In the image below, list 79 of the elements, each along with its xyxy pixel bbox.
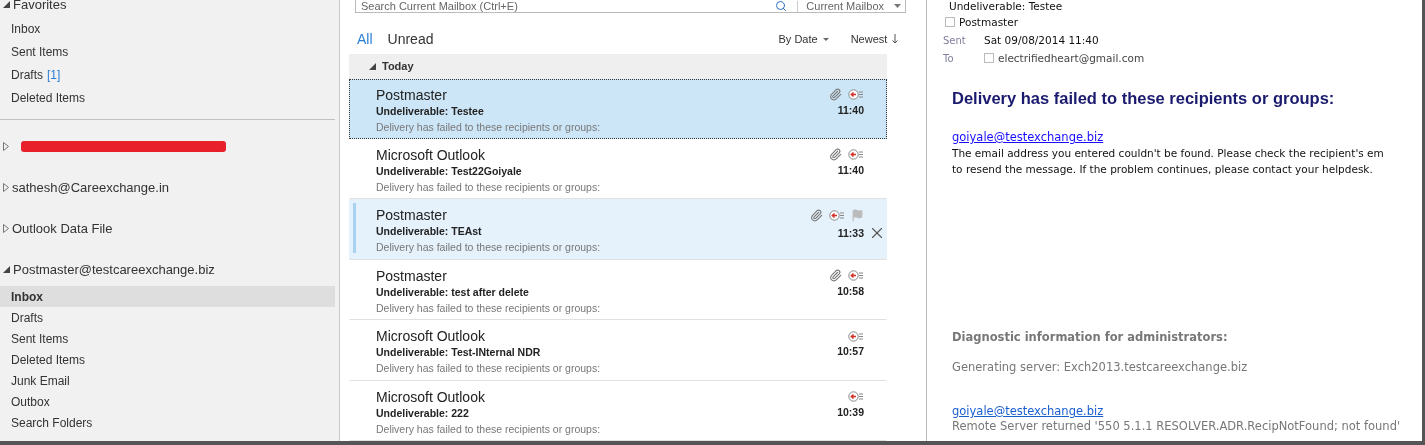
server-info: Generating server: Exch2013.testcareexchange.biz <box>952 360 1249 374</box>
bounce-arrow-icon <box>848 391 864 403</box>
server-response: Remote Server returned '550 5.1.1 RESOLVER.ADR.RecipNotFound; not found' <box>952 419 1402 433</box>
message-paragraph: The email address you entered couldn't be found. Please check the recipient's em to resend the message. If the problem continues, please contact your helpdesk. <box>952 146 1385 177</box>
account-name[interactable]: sathesh@Careexchange.in <box>12 180 169 195</box>
checkbox-icon <box>984 53 994 63</box>
checkbox-icon <box>945 17 955 27</box>
recipient-link[interactable]: goiyale@testexchange.biz <box>952 130 1104 144</box>
sort-dropdown[interactable]: By Date <box>778 33 829 46</box>
message-subject: Undeliverable: 222 <box>376 405 470 421</box>
sort-order-button[interactable]: Newest <box>850 33 899 46</box>
message-sender: Postmaster <box>376 85 448 104</box>
account-name[interactable]: Postmaster@testcareexchange.biz <box>13 262 215 277</box>
dropdown-arrow-icon[interactable] <box>894 4 901 8</box>
sender-name[interactable]: Postmaster <box>959 16 1018 28</box>
collapse-arrow-icon[interactable] <box>3 266 10 273</box>
folder-item[interactable]: Junk Email <box>0 370 335 391</box>
message-sender: Microsoft Outlook <box>376 387 486 406</box>
bounce-arrow-icon <box>848 270 864 282</box>
message-item[interactable]: Postmaster Undeliverable: TEAst Delivery has failed to these recipients or groups: 11:33 <box>349 199 887 260</box>
message-time: 11:40 <box>837 163 864 176</box>
down-arrow-icon[interactable] <box>892 34 899 45</box>
bounce-arrow-icon <box>848 149 864 161</box>
message-sender: Microsoft Outlook <box>376 327 486 346</box>
field-label: To <box>943 52 955 64</box>
message-subject: Undeliverable: Testee <box>948 0 1064 13</box>
collapse-arrow-icon[interactable] <box>3 0 10 8</box>
folder-item[interactable]: Deleted Items <box>0 86 335 109</box>
message-preview: Delivery has failed to these recipients or groups: <box>376 300 602 316</box>
bounce-arrow-icon <box>829 209 845 221</box>
message-subject: Undeliverable: Test-INternal NDR <box>376 345 542 361</box>
search-icon[interactable] <box>775 0 788 12</box>
folder-item[interactable]: Sent Items <box>0 40 335 63</box>
message-subject: Undeliverable: Test22Goiyale <box>376 163 523 179</box>
sent-date: Sat 09/08/2014 11:40 <box>984 34 1099 46</box>
folder-item[interactable]: Drafts <box>0 307 335 328</box>
bounce-arrow-icon <box>848 89 864 101</box>
folder-item[interactable]: Search Folders <box>0 412 335 433</box>
message-preview: Delivery has failed to these recipients or groups: <box>376 240 602 256</box>
message-subject: Undeliverable: TEAst <box>376 224 483 240</box>
recipient-address[interactable]: electrifiedheart@gmail.com <box>998 52 1145 64</box>
group-header[interactable]: Today <box>382 60 414 73</box>
folder-item[interactable]: Inbox <box>0 286 335 307</box>
field-label: Sent <box>943 34 967 46</box>
expand-arrow-icon[interactable] <box>3 142 9 151</box>
diagnostic-heading: Diagnostic information for administrators: <box>952 330 1229 344</box>
message-preview: Delivery has failed to these recipients or groups: <box>376 119 602 135</box>
filter-tab[interactable]: Unread <box>387 31 434 48</box>
folder-item[interactable]: Sent Items <box>0 328 335 349</box>
scope-dropdown[interactable]: Current Mailbox <box>797 0 905 12</box>
bounce-arrow-icon <box>848 330 864 342</box>
message-subject: Undeliverable: Testee <box>376 103 485 119</box>
search-field[interactable]: Search Current Mailbox (Ctrl+E) Current Mailbox <box>355 0 906 13</box>
message-time: 10:57 <box>837 345 864 358</box>
collapse-arrow-icon[interactable] <box>369 62 376 70</box>
message-time: 11:33 <box>837 227 864 240</box>
message-time: 10:58 <box>837 284 864 297</box>
folder-item[interactable]: Drafts [1] <box>0 63 335 86</box>
filter-tab[interactable]: All <box>357 31 373 48</box>
message-sender: Postmaster <box>376 266 448 285</box>
message-subject: Undeliverable: test after delete <box>376 284 530 300</box>
folder-item[interactable]: Outbox <box>0 391 335 412</box>
dropdown-arrow-icon[interactable] <box>822 37 829 41</box>
message-sender: Postmaster <box>376 206 448 225</box>
section-header[interactable]: Favorites <box>13 0 67 12</box>
expand-arrow-icon[interactable] <box>3 183 9 192</box>
message-preview: Delivery has failed to these recipients or groups: <box>376 421 602 437</box>
expand-arrow-icon[interactable] <box>3 224 9 233</box>
message-time: 11:40 <box>837 103 864 116</box>
message-time: 10:39 <box>837 405 864 418</box>
folder-item[interactable]: Inbox <box>0 17 335 40</box>
message-preview: Delivery has failed to these recipients or groups: <box>376 179 602 195</box>
message-preview: Delivery has failed to these recipients or groups: <box>376 361 602 377</box>
message-sender: Microsoft Outlook <box>376 145 486 164</box>
message-heading: Delivery has failed to these recipients or groups: <box>952 89 1336 108</box>
recipient-link[interactable]: goiyale@testexchange.biz <box>952 404 1104 418</box>
folder-item[interactable]: Deleted Items <box>0 349 335 370</box>
message-item[interactable]: Postmaster Undeliverable: Testee Delivery has failed to these recipients or groups: 11:40 <box>349 78 887 139</box>
account-name[interactable]: Outlook Data File <box>12 221 113 236</box>
